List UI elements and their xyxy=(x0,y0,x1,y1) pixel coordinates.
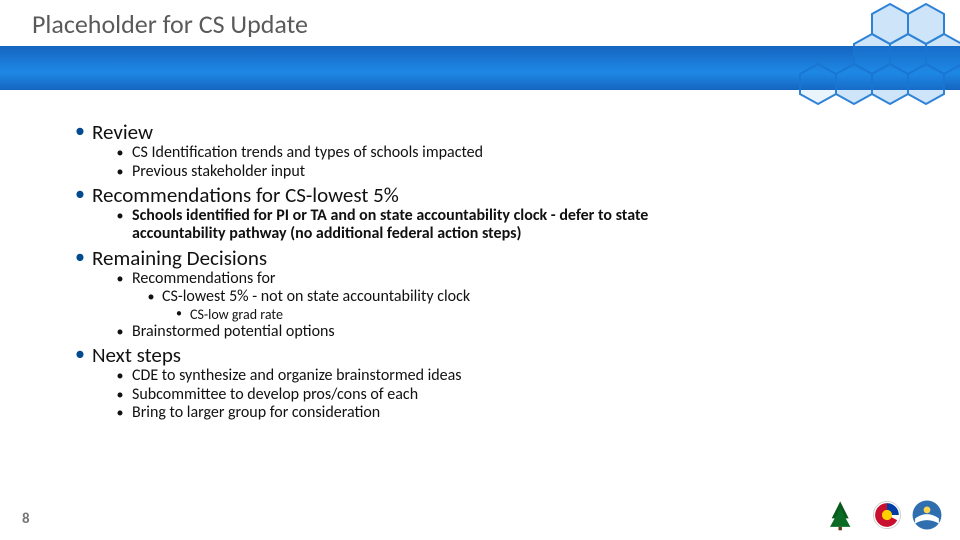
bullet-text: Next steps xyxy=(92,343,181,367)
bullet-text: Schools identified for PI or TA and on s… xyxy=(132,207,672,244)
slide-title: Placeholder for CS Update xyxy=(32,8,308,40)
page-number: 8 xyxy=(22,510,30,528)
bullet-text: Brainstormed potential options xyxy=(132,323,335,341)
sub-bullet: • Brainstormed potential options xyxy=(108,323,920,341)
bullet-text: Review xyxy=(92,120,153,144)
bullet-text: CS-lowest 5% - not on state accountabili… xyxy=(162,288,470,306)
bullet-icon: • xyxy=(68,183,92,207)
bullet-icon: • xyxy=(108,270,132,288)
hexagon-pattern xyxy=(620,0,960,120)
cde-seal-icon xyxy=(910,498,944,532)
sub-bullet: • Schools identified for PI or TA and on… xyxy=(108,207,920,244)
slide-content: • Review • CS Identification trends and … xyxy=(68,118,920,423)
sub-sub-bullet: • CS-lowest 5% - not on state accountabi… xyxy=(140,288,920,306)
bullet-text: Remaining Decisions xyxy=(92,246,267,270)
sub-bullet: • Previous stakeholder input xyxy=(108,163,920,181)
bullet-text: CDE to synthesize and organize brainstor… xyxy=(132,367,462,385)
bullet-recommendations: • Recommendations for CS-lowest 5% xyxy=(68,183,920,207)
bullet-text: CS-low grad rate xyxy=(190,307,283,323)
bullet-icon: • xyxy=(108,386,132,404)
bullet-text: Bring to larger group for consideration xyxy=(132,404,380,422)
bullet-icon: • xyxy=(140,288,162,306)
bullet-icon: • xyxy=(108,144,132,162)
bullet-icon: • xyxy=(108,404,132,422)
bullet-remaining: • Remaining Decisions xyxy=(68,246,920,270)
colorado-c-logo-icon xyxy=(870,498,904,532)
bullet-icon: • xyxy=(108,163,132,181)
bullet-text: Recommendations for CS-lowest 5% xyxy=(92,183,399,207)
bullet-icon: • xyxy=(68,120,92,144)
bullet-icon: • xyxy=(68,246,92,270)
bullet-text: Previous stakeholder input xyxy=(132,163,305,181)
bullet-icon: • xyxy=(68,343,92,367)
sub-bullet: • Bring to larger group for consideratio… xyxy=(108,404,920,422)
bullet-next-steps: • Next steps xyxy=(68,343,920,367)
sub-bullet: • Subcommittee to develop pros/cons of e… xyxy=(108,386,920,404)
bullet-text: CS Identification trends and types of sc… xyxy=(132,144,483,162)
sub-sub-bullet-small: • CS-low grad rate xyxy=(168,307,920,323)
bullet-review: • Review xyxy=(68,120,920,144)
bullet-icon: • xyxy=(108,367,132,385)
bullet-icon: • xyxy=(168,307,190,323)
tree-logo-icon xyxy=(830,498,864,532)
sub-bullet: • Recommendations for xyxy=(108,270,920,288)
bullet-text: Subcommittee to develop pros/cons of eac… xyxy=(132,386,418,404)
footer-logos xyxy=(830,498,944,532)
bullet-text: Recommendations for xyxy=(132,270,275,288)
sub-bullet: • CS Identification trends and types of … xyxy=(108,144,920,162)
bullet-icon: • xyxy=(108,323,132,341)
bullet-icon: • xyxy=(108,207,132,244)
sub-bullet: • CDE to synthesize and organize brainst… xyxy=(108,367,920,385)
